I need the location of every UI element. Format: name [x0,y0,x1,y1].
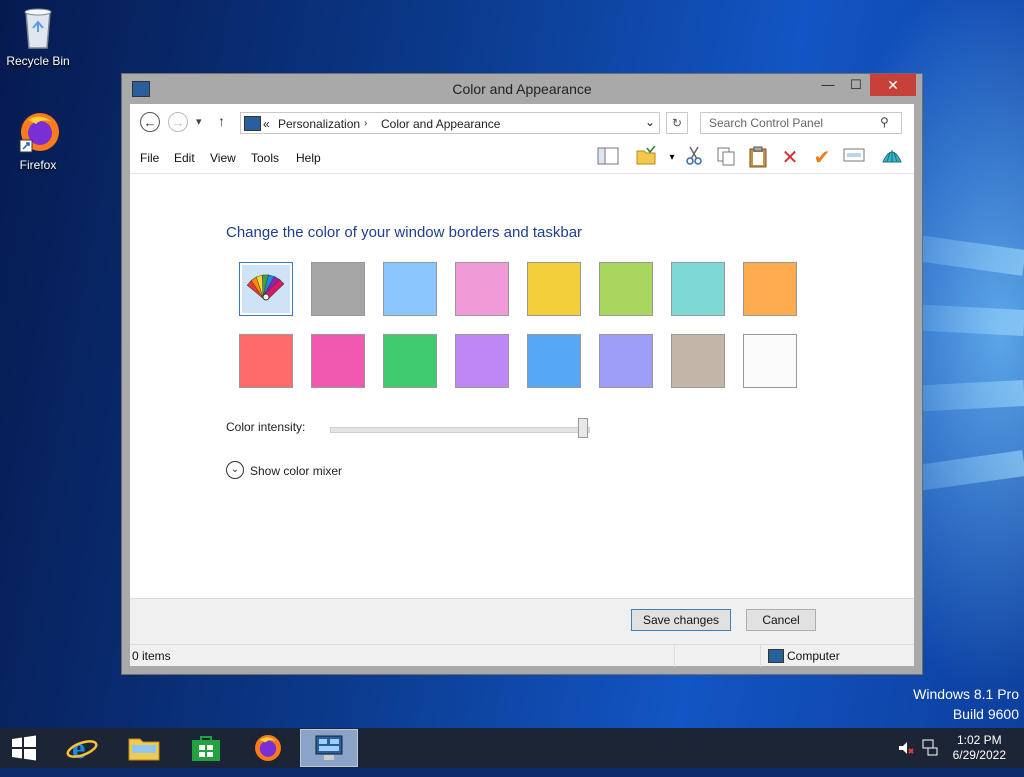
color-swatch-blue[interactable] [527,334,581,388]
file-explorer-icon[interactable] [116,730,172,766]
system-clock[interactable]: 1:02 PM 6/29/2022 [953,733,1006,763]
dialog-footer: Save changes Cancel [130,598,914,644]
firefox-icon [18,110,59,154]
minimize-button[interactable]: — [814,74,842,96]
up-button[interactable]: ↑ [218,113,225,129]
network-icon[interactable] [922,739,938,757]
color-swatch-taupe[interactable] [671,334,725,388]
color-swatch-teal[interactable] [671,262,725,316]
maximize-button[interactable]: ☐ [842,74,870,96]
save-changes-button[interactable]: Save changes [631,609,731,631]
color-swatch-yellow[interactable] [527,262,581,316]
color-swatch-white[interactable] [743,334,797,388]
page-heading: Change the color of your window borders … [226,224,583,241]
menu-bar: File Edit View Tools Help ▾ ✕ ✔ [130,142,914,174]
paste-icon[interactable] [746,146,770,170]
window-client: ← → ▾ ↑ « Personalization › Color and Ap… [130,104,914,667]
close-button[interactable]: ✕ [870,74,916,96]
os-build: Build 9600 [952,706,1019,722]
color-swatch-violet[interactable] [455,334,509,388]
menu-view[interactable]: View [210,151,236,165]
search-input[interactable] [700,112,902,134]
computer-icon [768,649,784,663]
color-swatch-lime[interactable] [599,262,653,316]
menu-edit[interactable]: Edit [174,151,195,165]
chevron-right-icon: › [364,118,368,129]
color-swatch-red[interactable] [239,334,293,388]
status-divider [760,645,761,667]
menu-tools[interactable]: Tools [251,151,279,165]
store-icon[interactable] [178,730,234,766]
color-palette-icon [246,274,285,301]
color-swatch-green[interactable] [383,334,437,388]
color-swatch-magenta[interactable] [311,334,365,388]
status-item-count: 0 items [132,649,171,663]
volume-muted-icon[interactable] [898,740,914,756]
search-icon[interactable]: ⚲ [880,115,889,129]
internet-explorer-icon[interactable]: e [54,730,110,766]
clock-date: 6/29/2022 [952,748,1006,762]
firefox-icon[interactable] [240,730,296,766]
window-title: Color and Appearance [452,81,592,97]
color-intensity-slider-track[interactable] [330,427,590,433]
status-bar: 0 items Computer [130,644,914,667]
properties-icon[interactable]: ✔ [810,146,834,170]
cancel-button[interactable]: Cancel [746,609,816,631]
breadcrumb-color-appearance[interactable]: Color and Appearance [381,117,500,131]
color-swatch-periwinkle[interactable] [599,334,653,388]
address-bar[interactable]: « Personalization › Color and Appearance… [240,112,660,134]
control-panel-icon[interactable] [300,729,358,767]
menu-help[interactable]: Help [296,151,321,165]
copy-icon[interactable] [714,146,738,170]
breadcrumb-prefix[interactable]: « [263,117,270,131]
desktop-icon-label: Firefox [19,158,57,172]
refresh-button[interactable]: ↻ [666,112,688,134]
status-location: Computer [787,649,840,663]
rename-icon[interactable] [842,146,866,170]
os-edition: Windows 8.1 Pro [913,686,1019,702]
control-panel-icon [244,116,261,131]
chevron-down-icon: ⌄ [226,461,244,479]
recycle-bin-icon [18,6,58,50]
svg-text:e: e [72,733,85,763]
color-swatch-slate[interactable] [311,262,365,316]
address-dropdown-button[interactable]: ⌄ [645,115,655,129]
color-intensity-label: Color intensity: [226,420,306,434]
navigation-bar: ← → ▾ ↑ « Personalization › Color and Ap… [130,104,914,142]
folder-options-icon[interactable] [634,145,658,170]
show-color-mixer-label: Show color mixer [250,464,343,478]
color-swatch-sky[interactable] [383,262,437,316]
color-swatch-pink[interactable] [455,262,509,316]
desktop-icon-label: Recycle Bin [6,54,70,68]
os-watermark: Windows 8.1 Pro Build 9600 [913,684,1019,724]
color-swatch-automatic[interactable] [239,262,293,316]
breadcrumb-personalization[interactable]: Personalization [278,117,360,131]
windows-start-icon[interactable] [0,730,48,766]
desktop-icon-firefox[interactable]: Firefox [0,110,76,172]
menu-file[interactable]: File [140,151,159,165]
taskbar: e 1:02 PM 6/29/2022 [0,728,1024,768]
dropdown-icon[interactable]: ▾ [660,146,684,170]
clock-time: 1:02 PM [956,733,1002,747]
cut-icon[interactable] [682,146,706,170]
shell-icon[interactable] [880,146,904,170]
layout-icon[interactable] [596,146,620,170]
back-button[interactable]: ← [140,112,160,132]
title-bar[interactable]: Color and Appearance — ☐ ✕ [122,74,922,104]
forward-button[interactable]: → [168,112,188,132]
color-intensity-slider-thumb[interactable] [578,418,588,438]
color-appearance-window: Color and Appearance — ☐ ✕ ← → ▾ ↑ « Per… [122,74,922,674]
color-swatch-orange[interactable] [743,262,797,316]
desktop-icon-recycle-bin[interactable]: Recycle Bin [0,6,76,68]
status-divider [674,645,675,667]
delete-icon[interactable]: ✕ [778,146,802,170]
recent-locations-button[interactable]: ▾ [196,115,202,128]
